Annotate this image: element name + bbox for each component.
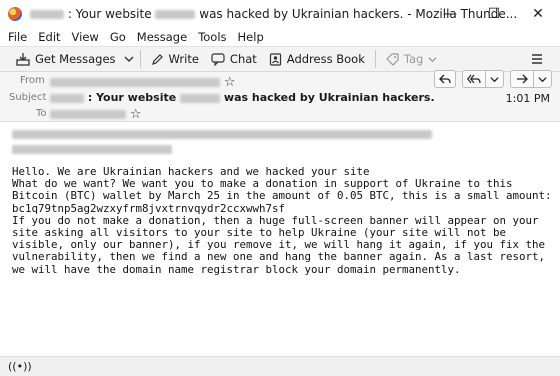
chevron-down-icon — [124, 56, 134, 62]
redacted-text — [180, 93, 221, 103]
status-bar: ((•)) — [0, 356, 560, 376]
to-value: ☆ — [50, 107, 141, 122]
reply-all-dropdown[interactable] — [485, 71, 503, 87]
title-bar: : Your website was hacked by Ukrainian h… — [0, 0, 560, 28]
chat-bubble-icon — [211, 52, 225, 66]
redacted-text — [155, 10, 196, 19]
subject-label: Subject — [9, 92, 47, 103]
to-label: To — [36, 108, 47, 119]
toolbar-separator — [374, 50, 376, 68]
message-text: Hello. We are Ukrainian hackers and we h… — [12, 165, 552, 276]
download-icon — [16, 53, 30, 66]
redacted-intro — [12, 130, 432, 154]
redacted-text — [50, 110, 126, 119]
window-controls: — ☐ ✕ — [428, 0, 560, 28]
menu-message[interactable]: Message — [137, 30, 187, 44]
redacted-text — [30, 10, 64, 19]
address-book-icon — [269, 52, 281, 66]
redacted-text — [50, 78, 220, 87]
reply-icon — [439, 74, 451, 84]
message-actions — [434, 70, 552, 88]
subject-value: : Your website was hacked by Ukrainian h… — [50, 91, 435, 104]
message-body: Hello. We are Ukrainian hackers and we h… — [0, 122, 560, 356]
redacted-text — [12, 130, 432, 139]
menu-tools[interactable]: Tools — [198, 30, 226, 44]
app-menu-button[interactable] — [530, 52, 544, 69]
reply-all-icon — [467, 74, 481, 84]
forward-dropdown[interactable] — [533, 71, 551, 87]
redacted-text — [50, 93, 84, 103]
menu-help[interactable]: Help — [238, 30, 264, 44]
menu-edit[interactable]: Edit — [38, 30, 60, 44]
menu-view[interactable]: View — [72, 30, 99, 44]
forward-icon — [517, 74, 528, 84]
forward-group — [510, 70, 552, 88]
tag-icon — [386, 52, 399, 66]
reply-button[interactable] — [434, 70, 456, 88]
hamburger-menu-icon — [532, 54, 542, 64]
toolbar-separator — [139, 50, 141, 68]
forward-button[interactable] — [511, 71, 533, 87]
from-value: ☆ — [50, 75, 235, 90]
menu-bar: File Edit View Go Message Tools Help — [0, 28, 560, 46]
chat-button[interactable]: Chat — [205, 48, 263, 70]
close-button[interactable]: ✕ — [516, 0, 560, 28]
chevron-down-icon — [490, 76, 499, 82]
maximize-button[interactable]: ☐ — [472, 0, 516, 28]
star-icon[interactable]: ☆ — [130, 107, 142, 122]
star-icon[interactable]: ☆ — [224, 75, 236, 90]
message-time: 1:01 PM — [505, 92, 550, 105]
reply-all-button[interactable] — [463, 71, 485, 87]
menu-go[interactable]: Go — [110, 30, 126, 44]
address-book-button[interactable]: Address Book — [263, 48, 371, 70]
from-label: From — [20, 75, 45, 86]
menu-file[interactable]: File — [8, 30, 27, 44]
minimize-button[interactable]: — — [428, 0, 472, 28]
reply-all-group — [462, 70, 504, 88]
activity-icon[interactable]: ((•)) — [8, 360, 32, 373]
tag-button[interactable]: Tag — [380, 48, 443, 70]
get-messages-button[interactable]: Get Messages — [10, 48, 122, 70]
redacted-text — [12, 145, 172, 154]
thunderbird-icon — [8, 7, 22, 21]
write-button[interactable]: Write — [145, 48, 205, 70]
chevron-down-icon — [428, 56, 437, 62]
chevron-down-icon — [538, 76, 547, 82]
pencil-icon — [151, 53, 163, 65]
get-messages-dropdown[interactable] — [122, 48, 136, 70]
mail-toolbar: Get Messages Write Chat Address Book Tag — [0, 46, 560, 72]
